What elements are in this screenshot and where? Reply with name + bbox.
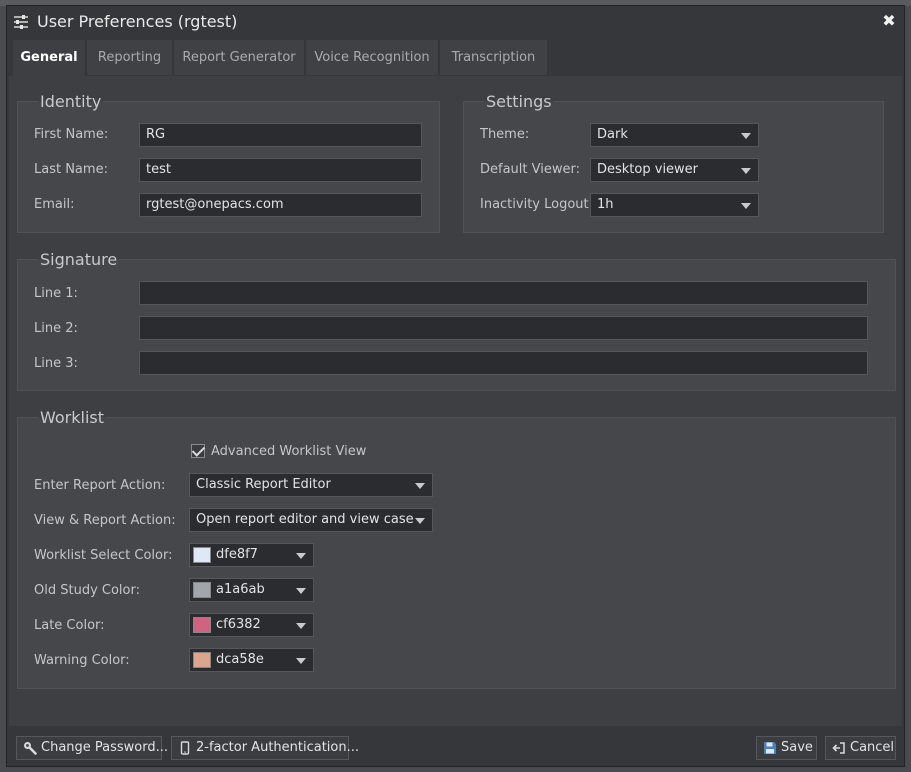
warning-color-label: Warning Color: bbox=[34, 653, 130, 668]
color-swatch bbox=[193, 617, 211, 633]
view-report-action-label: View & Report Action: bbox=[34, 513, 176, 528]
color-swatch bbox=[193, 652, 211, 668]
signature-line-1-field[interactable] bbox=[139, 281, 868, 305]
first-name-field[interactable]: RG bbox=[139, 123, 422, 147]
theme-label: Theme: bbox=[480, 127, 530, 142]
tab-transcription[interactable]: Transcription bbox=[440, 40, 548, 75]
tab-report-generator[interactable]: Report Generator bbox=[174, 40, 305, 75]
title-bar[interactable]: User Preferences (rgtest) ✖ bbox=[7, 6, 904, 38]
identity-legend: Identity bbox=[38, 92, 104, 111]
color-swatch bbox=[193, 582, 211, 598]
close-button[interactable]: ✖ bbox=[880, 11, 898, 31]
close-icon[interactable]: ✖ bbox=[882, 11, 895, 30]
chevron-down-icon bbox=[296, 588, 306, 594]
worklist-select-color-value: dfe8f7 bbox=[216, 547, 258, 562]
chevron-down-icon bbox=[415, 483, 425, 489]
settings-legend: Settings bbox=[484, 92, 554, 111]
mobile-phone-icon bbox=[180, 741, 190, 755]
late-color-value: cf6382 bbox=[216, 617, 261, 632]
chevron-down-icon bbox=[741, 133, 751, 139]
change-password-label: Change Password... bbox=[41, 740, 169, 755]
old-study-color-value: a1a6ab bbox=[216, 582, 265, 597]
dialog-title: User Preferences (rgtest) bbox=[37, 12, 238, 31]
user-preferences-dialog: User Preferences (rgtest) ✖ General Repo… bbox=[6, 5, 905, 767]
save-label: Save bbox=[781, 740, 813, 755]
sign-out-icon bbox=[832, 742, 845, 754]
chevron-down-icon bbox=[296, 623, 306, 629]
chevron-down-icon bbox=[296, 553, 306, 559]
tab-voice-recognition[interactable]: Voice Recognition bbox=[306, 40, 439, 75]
chevron-down-icon bbox=[741, 203, 751, 209]
signature-section: Signature Line 1: Line 2: Line 3: bbox=[17, 250, 896, 391]
warning-color-picker[interactable]: dca58e bbox=[189, 648, 314, 672]
signature-line-2-field[interactable] bbox=[139, 316, 868, 340]
floppy-disk-icon bbox=[764, 742, 776, 754]
wrench-icon bbox=[24, 742, 37, 755]
chevron-down-icon bbox=[296, 658, 306, 664]
theme-value: Dark bbox=[597, 127, 628, 142]
save-button[interactable]: Save bbox=[756, 736, 817, 760]
last-name-label: Last Name: bbox=[34, 162, 108, 177]
default-viewer-label: Default Viewer: bbox=[480, 162, 580, 177]
cancel-button[interactable]: Cancel bbox=[825, 736, 896, 760]
identity-section: Identity First Name: RG Last Name: test … bbox=[17, 92, 440, 233]
worklist-select-color-label: Worklist Select Color: bbox=[34, 548, 173, 563]
enter-report-action-select[interactable]: Classic Report Editor bbox=[189, 473, 433, 497]
signature-line-3-field[interactable] bbox=[139, 351, 868, 375]
color-swatch bbox=[193, 547, 211, 563]
tab-reporting[interactable]: Reporting bbox=[87, 40, 173, 75]
two-factor-auth-button[interactable]: 2-factor Authentication... bbox=[171, 736, 359, 760]
cancel-label: Cancel bbox=[850, 740, 895, 755]
line-2-label: Line 2: bbox=[34, 321, 78, 336]
two-factor-auth-label: 2-factor Authentication... bbox=[196, 740, 360, 755]
email-label: Email: bbox=[34, 197, 75, 212]
view-report-action-select[interactable]: Open report editor and view case bbox=[189, 508, 433, 532]
warning-color-value: dca58e bbox=[216, 652, 264, 667]
general-tab-content: Identity First Name: RG Last Name: test … bbox=[9, 76, 902, 726]
advanced-worklist-label[interactable]: Advanced Worklist View bbox=[211, 444, 366, 459]
enter-report-action-value: Classic Report Editor bbox=[196, 477, 331, 492]
email-field[interactable]: rgtest@onepacs.com bbox=[139, 193, 422, 217]
line-3-label: Line 3: bbox=[34, 356, 78, 371]
line-1-label: Line 1: bbox=[34, 286, 78, 301]
chevron-down-icon bbox=[741, 168, 751, 174]
inactivity-logout-label: Inactivity Logout: bbox=[480, 197, 594, 212]
late-color-label: Late Color: bbox=[34, 618, 105, 633]
last-name-field[interactable]: test bbox=[139, 158, 422, 182]
enter-report-action-label: Enter Report Action: bbox=[34, 478, 166, 493]
worklist-section: Worklist Advanced Worklist View Enter Re… bbox=[17, 408, 896, 689]
theme-select[interactable]: Dark bbox=[590, 123, 759, 147]
change-password-button[interactable]: Change Password... bbox=[16, 736, 168, 760]
sliders-icon bbox=[14, 15, 28, 29]
checkmark-icon bbox=[191, 443, 206, 457]
chevron-down-icon bbox=[415, 518, 425, 524]
late-color-picker[interactable]: cf6382 bbox=[189, 613, 314, 637]
worklist-select-color-picker[interactable]: dfe8f7 bbox=[189, 543, 314, 567]
first-name-label: First Name: bbox=[34, 127, 109, 142]
old-study-color-label: Old Study Color: bbox=[34, 583, 140, 598]
settings-section: Settings Theme: Dark Default Viewer: Des… bbox=[463, 92, 884, 233]
worklist-legend: Worklist bbox=[38, 408, 107, 427]
signature-legend: Signature bbox=[38, 250, 120, 269]
default-viewer-select[interactable]: Desktop viewer bbox=[590, 158, 759, 182]
inactivity-logout-value: 1h bbox=[597, 197, 614, 212]
inactivity-logout-select[interactable]: 1h bbox=[590, 193, 759, 217]
tab-general[interactable]: General bbox=[13, 40, 86, 76]
view-report-action-value: Open report editor and view case bbox=[196, 512, 414, 527]
old-study-color-picker[interactable]: a1a6ab bbox=[189, 578, 314, 602]
default-viewer-value: Desktop viewer bbox=[597, 162, 699, 177]
advanced-worklist-checkbox[interactable] bbox=[191, 443, 206, 458]
